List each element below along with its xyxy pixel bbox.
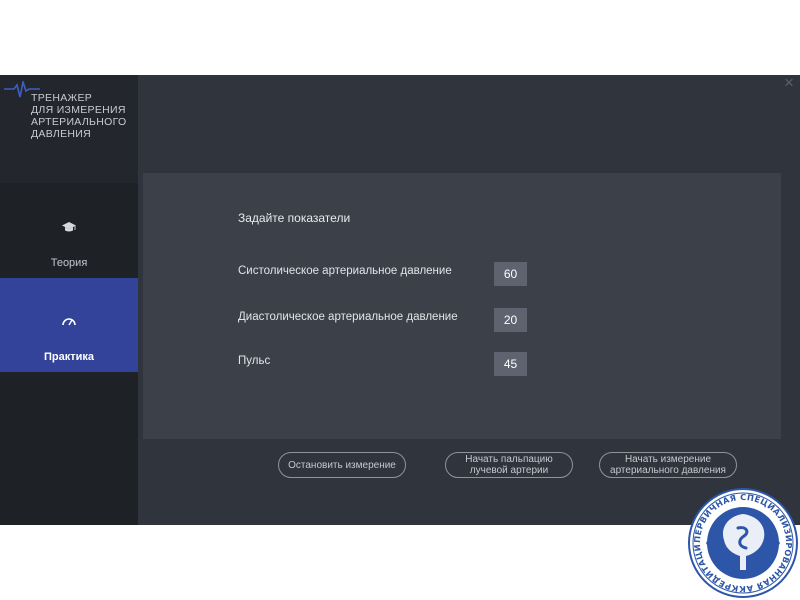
app-title-line: ДАВЛЕНИЯ [31, 128, 92, 140]
stop-measurement-button[interactable]: Остановить измерение [278, 452, 406, 478]
app-title-line: ДЛЯ ИЗМЕРЕНИЯ [31, 104, 126, 116]
sidebar: ТРЕНАЖЕР ДЛЯ ИЗМЕРЕНИЯ АРТЕРИАЛЬНОГО ДАВ… [0, 75, 138, 525]
systolic-label: Систолическое артериальное давление [238, 265, 452, 277]
gauge-icon [62, 318, 76, 326]
settings-panel: Задайте показатели Систолическое артериа… [143, 173, 781, 439]
app-window: ТРЕНАЖЕР ДЛЯ ИЗМЕРЕНИЯ АРТЕРИАЛЬНОГО ДАВ… [0, 74, 800, 525]
app-logo: ТРЕНАЖЕР ДЛЯ ИЗМЕРЕНИЯ АРТЕРИАЛЬНОГО ДАВ… [0, 75, 138, 183]
pulse-label: Пульс [238, 355, 271, 367]
systolic-value-field[interactable]: 60 [494, 262, 527, 286]
accreditation-seal: ПЕРВИЧНАЯ СПЕЦИАЛИЗИРОВАННАЯ АККРЕДИТАЦИ… [688, 488, 798, 598]
app-title: ТРЕНАЖЕР ДЛЯ ИЗМЕРЕНИЯ АРТЕРИАЛЬНОГО ДАВ… [31, 92, 135, 140]
start-palpation-button[interactable]: Начать пальпацию лучевой артерии [445, 452, 573, 478]
stop-measurement-label: Остановить измерение [288, 459, 396, 471]
start-bp-measurement-label-line2: артериального давления [610, 465, 726, 476]
graduation-cap-icon [62, 222, 76, 232]
close-icon[interactable]: × [782, 74, 796, 91]
sidebar-item-theory[interactable]: Теория [0, 184, 138, 278]
start-palpation-label-line1: Начать пальпацию [465, 454, 553, 465]
panel-title: Задайте показатели [238, 211, 351, 225]
app-title-line: АРТЕРИАЛЬНОГО [31, 116, 127, 128]
sidebar-item-label: Теория [50, 257, 88, 269]
app-title-line: ТРЕНАЖЕР [31, 92, 93, 104]
sidebar-item-label: Практика [43, 351, 95, 363]
diastolic-label: Диастолическое артериальное давление [238, 311, 458, 323]
pulse-value-field[interactable]: 45 [494, 352, 527, 376]
start-bp-measurement-label-line1: Начать измерение [624, 454, 712, 465]
start-palpation-label-line2: лучевой артерии [469, 465, 549, 476]
start-bp-measurement-button[interactable]: Начать измерение артериального давления [599, 452, 737, 478]
diastolic-value-field[interactable]: 20 [494, 308, 527, 332]
sidebar-item-practice[interactable]: Практика [0, 278, 138, 372]
